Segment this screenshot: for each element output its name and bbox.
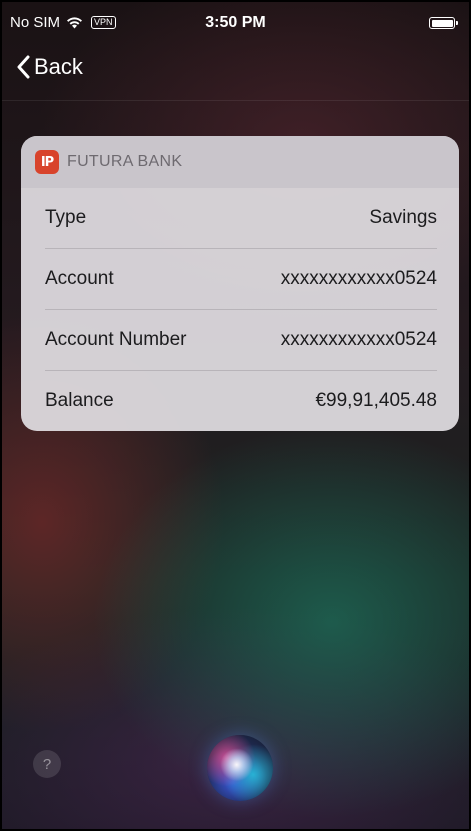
bank-logo-icon: IP — [35, 150, 59, 174]
nav-divider — [2, 100, 469, 101]
back-label: Back — [34, 54, 83, 79]
row-balance: Balance €99,91,405.48 — [45, 371, 437, 431]
account-card: IP FUTURA BANK Type Savings Account xxxx… — [21, 136, 459, 431]
row-label: Account — [45, 268, 114, 289]
help-icon: ? — [42, 755, 52, 773]
help-button[interactable]: ? — [33, 750, 61, 778]
row-value: €99,91,405.48 — [315, 390, 437, 411]
chevron-left-icon — [16, 55, 30, 79]
status-bar: No SIM VPN 3:50 PM — [2, 2, 469, 42]
row-account-number: Account Number xxxxxxxxxxxx0524 — [45, 310, 437, 371]
row-label: Account Number — [45, 329, 187, 350]
row-label: Balance — [45, 390, 114, 411]
siri-screen: No SIM VPN 3:50 PM Back IP FUTURA BANK T… — [2, 2, 469, 829]
bank-name: FUTURA BANK — [67, 153, 183, 170]
row-type: Type Savings — [45, 188, 437, 249]
card-body: Type Savings Account xxxxxxxxxxxx0524 Ac… — [21, 188, 459, 431]
battery-level — [431, 19, 453, 27]
battery-icon — [429, 17, 458, 29]
siri-orb-icon[interactable] — [207, 735, 273, 801]
row-value: xxxxxxxxxxxx0524 — [280, 268, 437, 289]
back-button[interactable]: Back — [16, 54, 83, 80]
row-account: Account xxxxxxxxxxxx0524 — [45, 249, 437, 310]
status-time: 3:50 PM — [205, 14, 266, 31]
row-value: Savings — [369, 207, 437, 228]
row-value: xxxxxxxxxxxx0524 — [280, 329, 437, 350]
card-header: IP FUTURA BANK — [21, 136, 459, 188]
row-label: Type — [45, 207, 87, 228]
